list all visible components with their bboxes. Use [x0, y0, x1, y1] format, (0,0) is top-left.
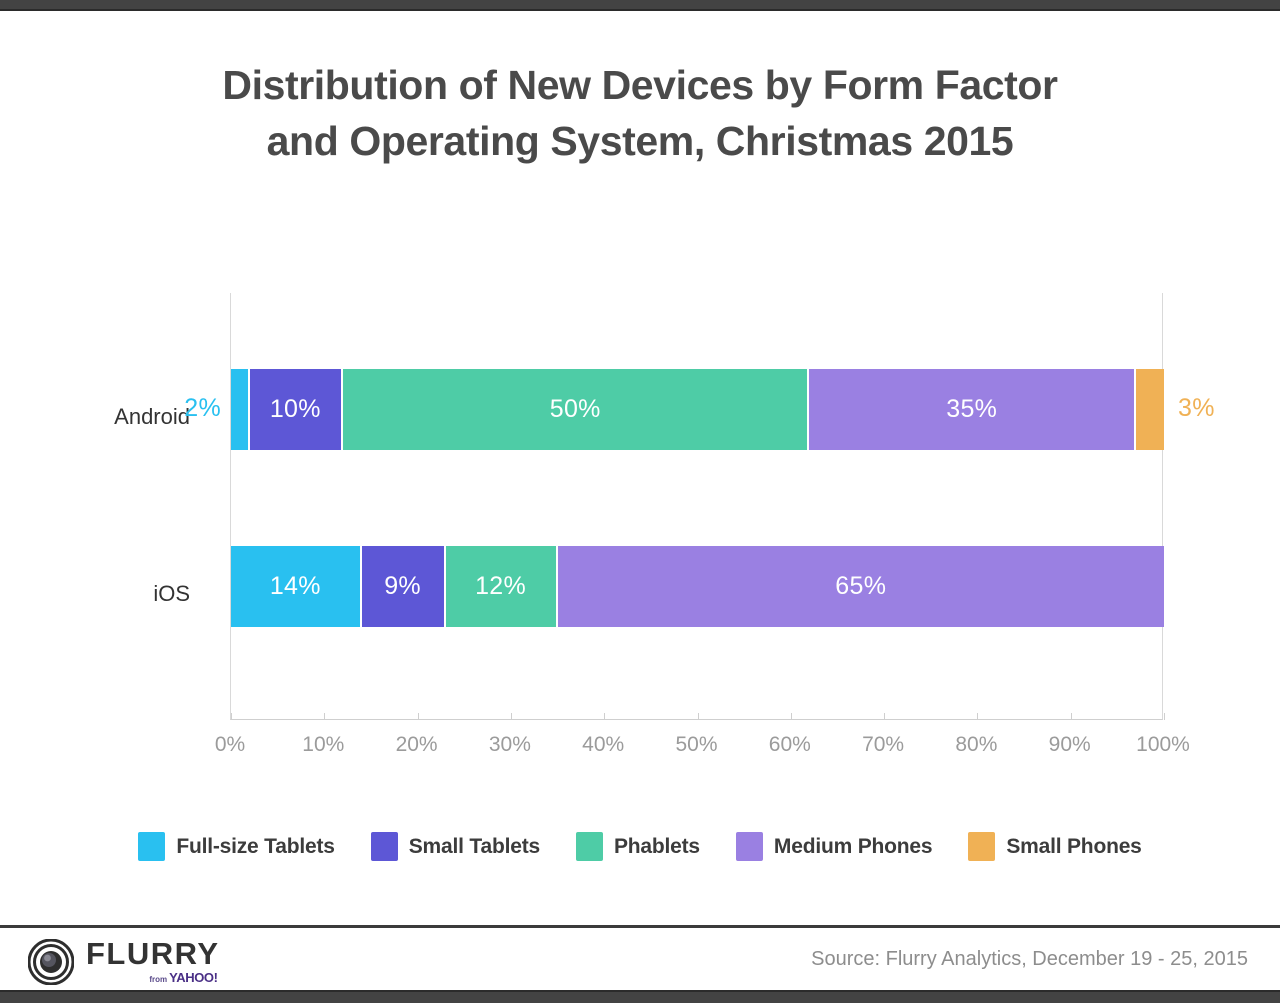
- x-axis-tick-mark: [697, 713, 699, 720]
- window-bottom-bar: [0, 992, 1280, 1003]
- x-axis-tick-mark: [510, 713, 512, 720]
- bar-segment-label: 14%: [269, 572, 321, 600]
- legend-item-small-tablets[interactable]: Small Tablets: [370, 832, 540, 861]
- bar-segment-android-small-phones: [1136, 369, 1164, 450]
- flurry-logo-word: FLURRY: [86, 936, 220, 971]
- category-label-ios-text: iOS: [153, 581, 190, 606]
- legend-swatch-phablets: [575, 832, 603, 861]
- plot-area: 10% 50% 35% 14% 9% 12% 65% 2% 3%: [184, 293, 1214, 720]
- chart-title-line-2: and Operating System, Christmas 2015: [266, 118, 1014, 164]
- bar-outside-label-android-small-phones: 3%: [1178, 394, 1215, 422]
- bar-segment-label: 35%: [946, 395, 998, 423]
- x-axis-tick-label: 70%: [862, 733, 905, 756]
- flurry-logo-yahoo: YAHOO!: [169, 970, 218, 985]
- legend-label: Medium Phones: [773, 834, 933, 858]
- bar-segment-label: 12%: [475, 572, 527, 600]
- window-top-hairline: [0, 9, 1280, 11]
- x-axis-tick-mark: [417, 713, 419, 720]
- legend-swatch-full-size-tablets: [138, 832, 166, 861]
- flurry-logo: FLURRY from YAHOO!: [27, 938, 220, 985]
- chart-legend: Full-size Tablets Small Tablets Phablets Me…: [0, 832, 1280, 861]
- x-axis-tick-label: 20%: [395, 733, 438, 756]
- stacked-bar-ios: 14% 9% 12% 65%: [231, 546, 1164, 627]
- x-axis-tick-label: 90%: [1048, 733, 1091, 756]
- bar-segment-label: 65%: [835, 572, 887, 600]
- legend-item-small-phones[interactable]: Small Phones: [968, 832, 1142, 861]
- legend-label: Phablets: [613, 834, 700, 858]
- flurry-logo-from: from: [149, 975, 168, 984]
- legend-swatch-small-tablets: [370, 832, 398, 861]
- legend-swatch-medium-phones: [735, 832, 763, 861]
- source-note: Source: Flurry Analytics, December 19 - …: [811, 948, 1248, 970]
- legend-swatch-small-phones: [968, 832, 996, 861]
- bar-segment-ios-small-tablets: 9%: [361, 546, 446, 627]
- x-axis-tick-mark: [790, 713, 792, 720]
- x-axis-tick-mark: [977, 713, 979, 720]
- category-label-android-text: Android: [114, 404, 190, 429]
- bar-outside-label-android-full-size-tablets: 2%: [184, 394, 221, 422]
- stacked-bar-android: 10% 50% 35%: [231, 369, 1164, 450]
- chart-title-line-1: Distribution of New Devices by Form Fact…: [222, 62, 1058, 108]
- legend-item-phablets[interactable]: Phablets: [575, 832, 700, 861]
- bar-segment-label: 10%: [269, 395, 321, 423]
- chart-title: Distribution of New Devices by Form Fact…: [0, 57, 1280, 169]
- category-label-android: Android: [0, 404, 190, 430]
- flurry-wordmark: FLURRY from YAHOO!: [86, 938, 220, 985]
- x-axis-tick-label: 80%: [955, 733, 998, 756]
- x-axis-tick-mark: [1070, 713, 1072, 720]
- legend-label: Full-size Tablets: [176, 834, 335, 858]
- bar-segment-android-medium-phones: 35%: [809, 369, 1136, 450]
- legend-item-medium-phones[interactable]: Medium Phones: [735, 832, 933, 861]
- bar-segment-label: 50%: [549, 395, 601, 423]
- x-axis-tick-mark: [324, 713, 326, 720]
- x-axis-tick-label: 10%: [302, 733, 345, 756]
- bar-segment-ios-phablets: 12%: [445, 546, 558, 627]
- x-axis-tick-label: 100%: [1136, 733, 1190, 756]
- x-axis-tick-label: 50%: [675, 733, 718, 756]
- category-label-ios: iOS: [0, 581, 190, 607]
- chart-page: Distribution of New Devices by Form Fact…: [0, 0, 1280, 1003]
- legend-item-full-size-tablets[interactable]: Full-size Tablets: [138, 832, 335, 861]
- footer: FLURRY from YAHOO! Source: Flurry Analyt…: [0, 928, 1280, 992]
- x-axis-tick-label: 0%: [214, 733, 246, 756]
- x-axis-tick-label: 40%: [582, 733, 625, 756]
- x-axis-tick-mark: [231, 713, 232, 720]
- bar-segment-label: 9%: [384, 572, 421, 600]
- flurry-logo-subtitle: from YAHOO!: [149, 970, 218, 985]
- chart-area: Android iOS 10% 50% 35% 14% 9% 12% 65% 2% 3% 0…: [0, 250, 1280, 790]
- x-axis-tick-mark: [884, 713, 886, 720]
- legend-label: Small Phones: [1006, 834, 1142, 858]
- x-axis-tick-mark: [604, 713, 606, 720]
- legend-label: Small Tablets: [408, 834, 540, 858]
- bar-segment-android-full-size-tablets: [231, 369, 250, 450]
- bar-segment-ios-medium-phones: 65%: [557, 546, 1164, 627]
- bar-segment-ios-full-size-tablets: 14%: [231, 546, 362, 627]
- flurry-target-icon: [27, 938, 75, 985]
- x-axis-tick-mark: [1164, 713, 1165, 720]
- bar-segment-android-phablets: 50%: [342, 369, 810, 450]
- bar-segment-android-small-tablets: 10%: [249, 369, 343, 450]
- x-axis-tick-label: 60%: [768, 733, 811, 756]
- x-axis-tick-label: 30%: [488, 733, 531, 756]
- window-top-bar: [0, 0, 1280, 9]
- x-axis-labels: 0% 10% 20% 30% 40% 50% 60% 70% 80% 90% 100%: [215, 733, 1190, 763]
